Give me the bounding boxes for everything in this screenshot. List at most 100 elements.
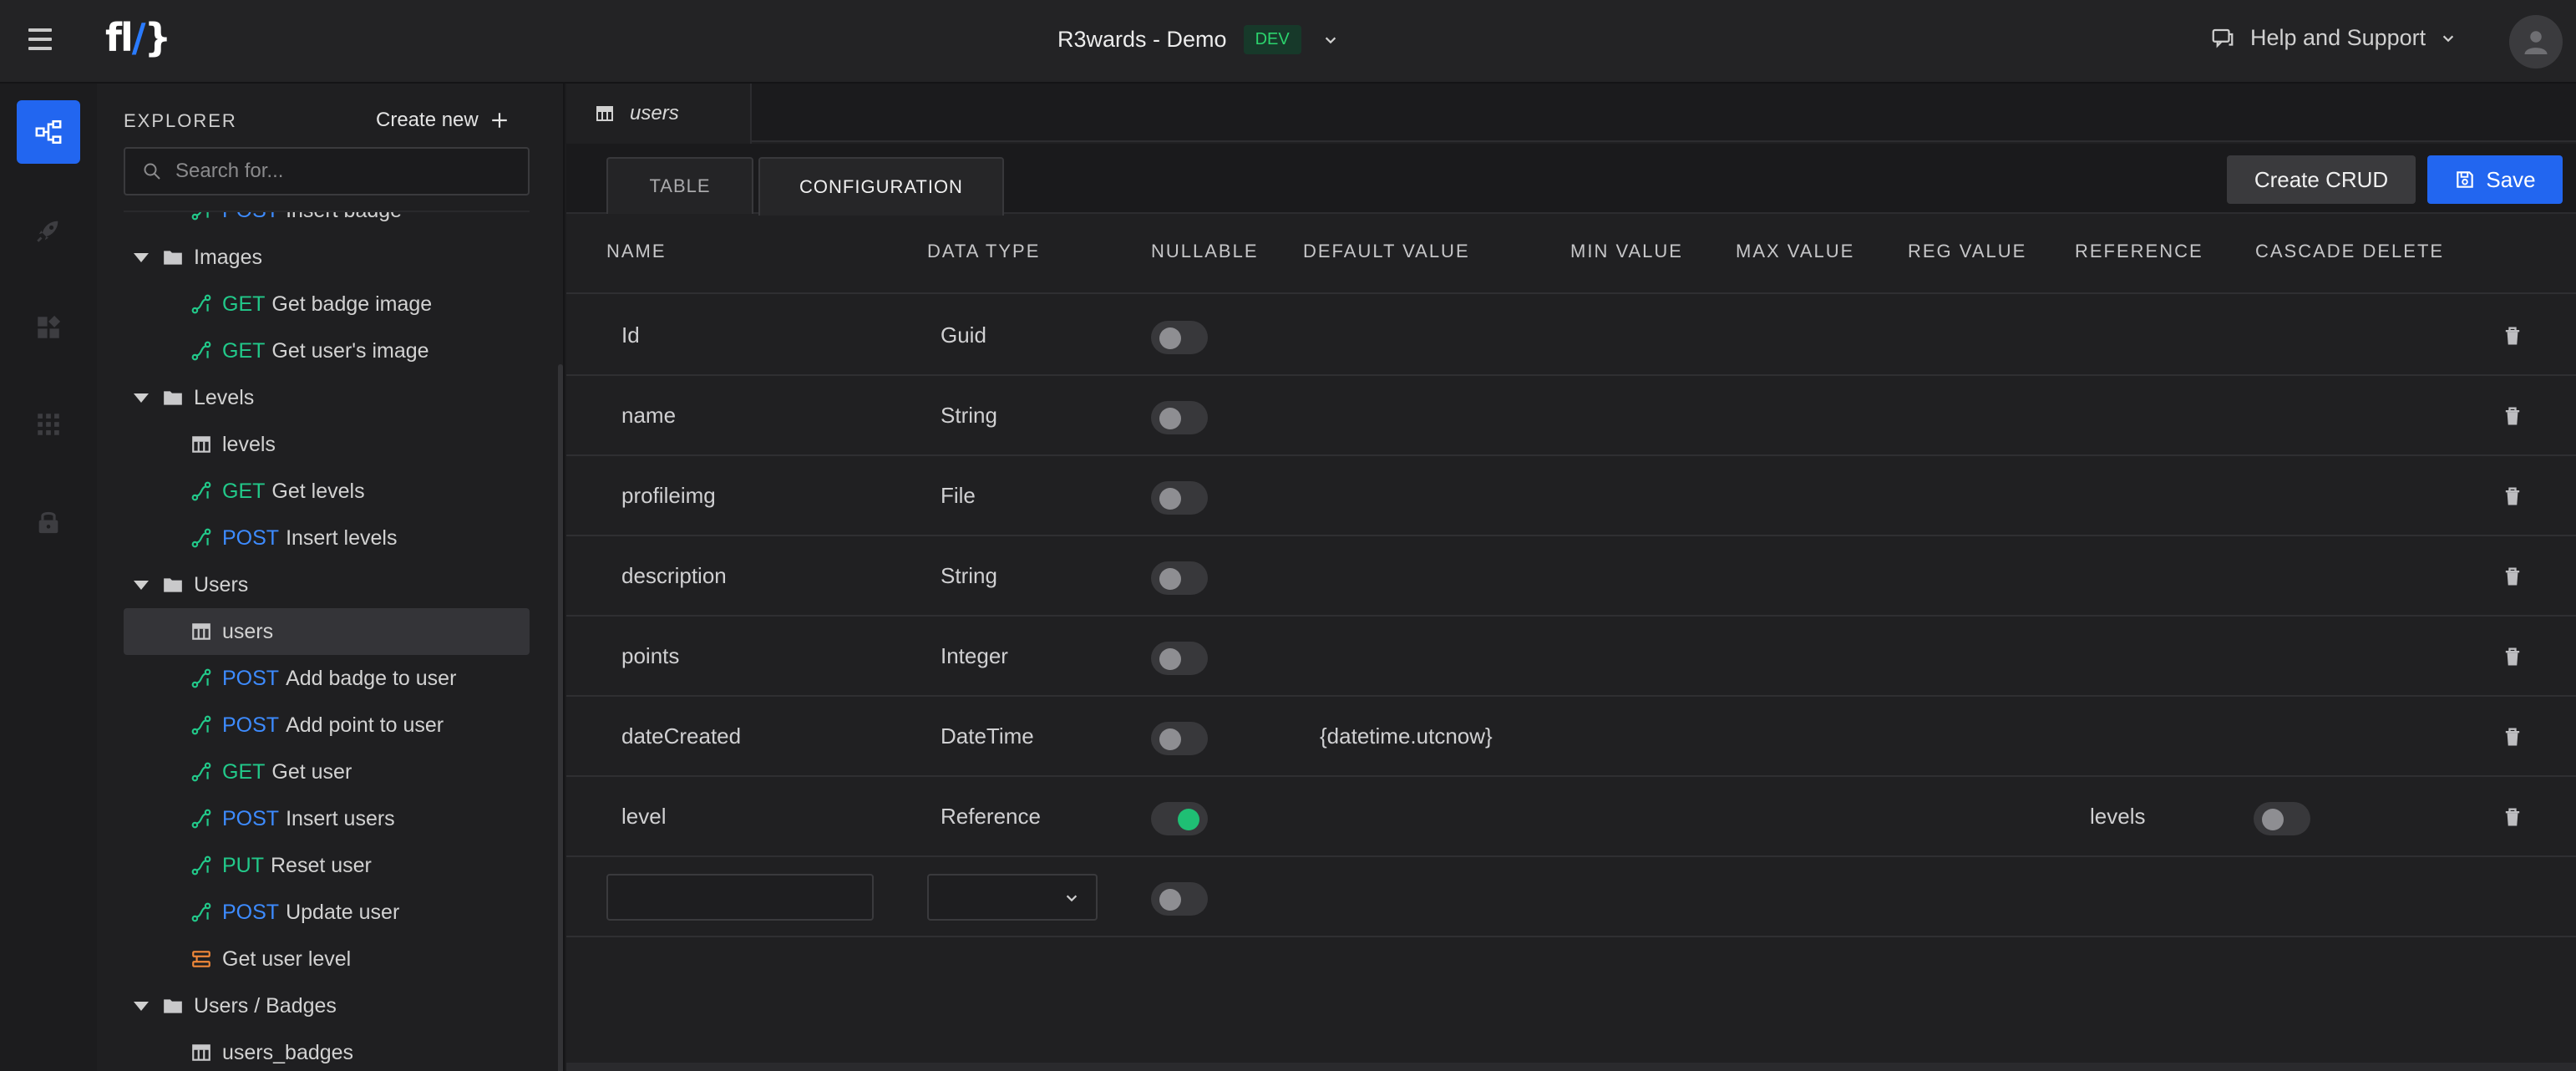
column-name[interactable]: profileimg (621, 483, 716, 509)
caret-down-icon[interactable] (134, 252, 149, 262)
column-name[interactable]: Id (621, 322, 640, 348)
trash-icon[interactable] (2501, 805, 2524, 829)
tree-folder[interactable]: Users (124, 561, 530, 608)
tree-item[interactable]: Get user level (124, 936, 530, 982)
column-name[interactable]: points (621, 643, 679, 669)
chat-icon (2212, 28, 2234, 48)
trash-icon[interactable] (2501, 324, 2524, 348)
table-header: NAME DATA TYPE NULLABLE DEFAULT VALUE MI… (566, 216, 2576, 294)
column-type[interactable]: String (941, 403, 997, 429)
tree-item[interactable]: POST Update user (124, 889, 530, 936)
tree-item[interactable]: users (124, 608, 530, 655)
tree-item-label: Get levels (271, 479, 365, 503)
column-type[interactable]: Guid (941, 322, 986, 348)
explorer-tree: POSTInsert badgeImagesGETGet badge image… (124, 211, 530, 1071)
new-column-type-select[interactable] (927, 874, 1098, 921)
table-icon (190, 621, 222, 642)
explorer-nav-button[interactable] (17, 100, 80, 164)
file-tab-users[interactable]: users (566, 84, 752, 144)
tree-item[interactable]: users_badges (124, 1029, 530, 1071)
nullable-toggle[interactable] (1151, 481, 1208, 515)
new-column-row (566, 857, 2576, 937)
main-panel: users TABLE CONFIGURATION Create CRUD Sa… (566, 84, 2576, 1071)
caret-down-icon[interactable] (134, 1001, 149, 1011)
tree-folder[interactable]: Users / Badges (124, 982, 530, 1029)
new-column-name-input[interactable] (606, 874, 874, 921)
col-cascade-delete: CASCADE DELETE (2255, 241, 2445, 261)
trash-icon[interactable] (2501, 565, 2524, 588)
column-type[interactable]: Reference (941, 804, 1041, 830)
create-new-button[interactable]: Create new (376, 109, 509, 132)
tree-item-label: Get user level (222, 947, 352, 971)
column-name[interactable]: dateCreated (621, 723, 741, 749)
apps-nav-button[interactable] (17, 393, 80, 456)
tree-item[interactable]: POST Insert levels (124, 515, 530, 561)
reference-value[interactable]: levels (2090, 804, 2145, 830)
endpoint-icon (190, 761, 222, 783)
save-button[interactable]: Save (2427, 155, 2563, 204)
nullable-toggle[interactable] (1151, 561, 1208, 595)
project-selector[interactable]: R3wards - Demo DEV (1057, 25, 1343, 54)
col-data-type: DATA TYPE (927, 241, 1041, 261)
column-name[interactable]: level (621, 804, 666, 830)
endpoint-icon (190, 808, 222, 830)
column-type[interactable]: Integer (941, 643, 1008, 669)
explorer-search[interactable] (124, 147, 530, 195)
caret-down-icon[interactable] (134, 393, 149, 403)
security-nav-button[interactable] (17, 490, 80, 553)
tree-item[interactable]: GET Get user (124, 749, 530, 795)
tree-folder[interactable]: Images (124, 234, 530, 281)
trash-icon[interactable] (2501, 485, 2524, 508)
explorer-scrollbar[interactable] (558, 364, 563, 1071)
tree-item[interactable]: GET Get user's image (124, 327, 530, 374)
caret-down-icon[interactable] (134, 580, 149, 590)
tree-item[interactable]: POST Add badge to user (124, 655, 530, 702)
column-type[interactable]: String (941, 563, 997, 589)
nullable-toggle[interactable] (1151, 802, 1208, 835)
tree-item[interactable]: GET Get levels (124, 468, 530, 515)
menu-icon[interactable] (28, 28, 52, 53)
chevron-down-icon (1066, 895, 1078, 902)
tree-item[interactable]: levels (124, 421, 530, 468)
tree-folder[interactable]: Levels (124, 374, 530, 421)
column-type[interactable]: File (941, 483, 976, 509)
http-method: POST (222, 666, 280, 690)
cascade-delete-toggle[interactable] (2254, 802, 2310, 835)
nullable-toggle[interactable] (1151, 642, 1208, 675)
tree-item[interactable]: POST Insert users (124, 795, 530, 842)
http-method: POST (222, 525, 280, 550)
endpoint-icon (190, 212, 222, 221)
search-input[interactable] (175, 160, 510, 183)
horizontal-scrollbar[interactable] (566, 1063, 2576, 1071)
tree-item-label: Add badge to user (286, 666, 457, 690)
help-support-button[interactable]: Help and Support (2210, 25, 2456, 51)
default-value[interactable]: {datetime.utcnow} (1320, 723, 1493, 749)
nullable-toggle[interactable] (1151, 722, 1208, 755)
http-method: PUT (222, 853, 264, 877)
tab-table[interactable]: TABLE (606, 157, 753, 214)
deploy-nav-button[interactable] (17, 199, 80, 262)
save-label: Save (2486, 166, 2536, 192)
create-crud-button[interactable]: Create CRUD (2227, 155, 2416, 204)
trash-icon[interactable] (2501, 725, 2524, 749)
tree-item[interactable]: POST Insert badge (124, 212, 530, 234)
tree-item[interactable]: GET Get badge image (124, 281, 530, 327)
column-type[interactable]: DateTime (941, 723, 1034, 749)
nullable-toggle[interactable] (1151, 401, 1208, 434)
trash-icon[interactable] (2501, 404, 2524, 428)
user-avatar[interactable] (2509, 15, 2563, 69)
chevron-down-icon[interactable] (1318, 28, 1343, 53)
endpoint-icon (190, 527, 222, 549)
nullable-toggle[interactable] (1151, 321, 1208, 354)
tree-item[interactable]: POST Add point to user (124, 702, 530, 749)
app-logo[interactable]: fl/} (105, 15, 171, 60)
table-icon (190, 1042, 222, 1063)
table-row: name String (566, 376, 2576, 456)
column-name[interactable]: description (621, 563, 727, 589)
trash-icon[interactable] (2501, 645, 2524, 668)
tree-item[interactable]: PUT Reset user (124, 842, 530, 889)
new-column-nullable-toggle[interactable] (1151, 882, 1208, 916)
column-name[interactable]: name (621, 403, 676, 429)
widgets-nav-button[interactable] (17, 296, 80, 359)
tab-configuration[interactable]: CONFIGURATION (758, 157, 1004, 216)
